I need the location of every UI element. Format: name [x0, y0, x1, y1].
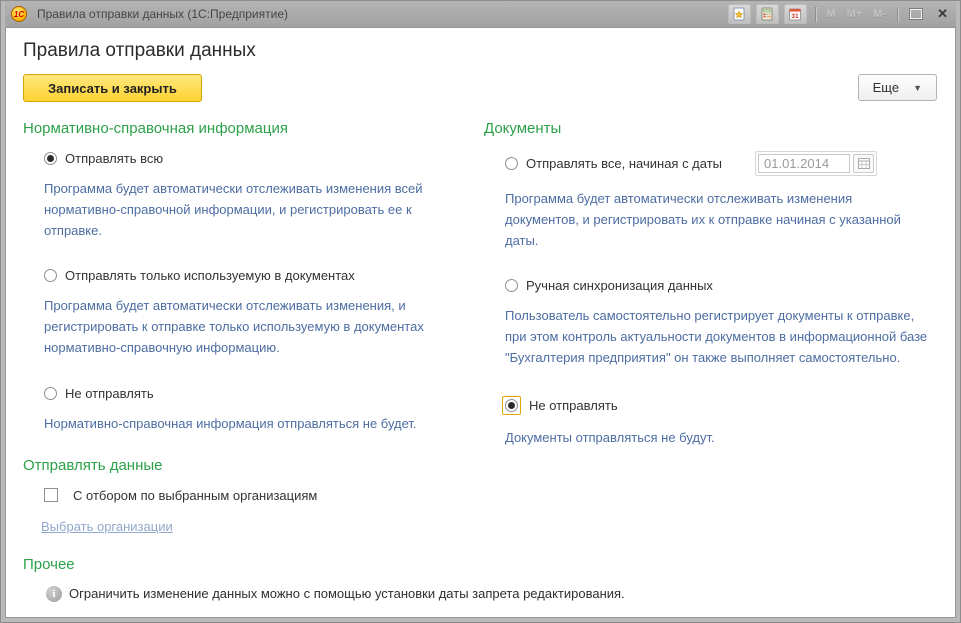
set-restriction-date-link[interactable]: Установить дату запрета изменения данных [69, 617, 336, 618]
info-icon: i [46, 586, 62, 602]
radio-docs-send-all-from-date[interactable]: Отправлять все, начиная с даты 01.01.201… [484, 151, 943, 176]
column-nsi: Нормативно-справочная информация Отправл… [23, 120, 466, 554]
svg-text:31: 31 [791, 13, 799, 20]
memory-m-plus-button[interactable]: M+ [844, 8, 866, 20]
radio-label: Отправлять все, начиная с даты [526, 156, 722, 171]
docs-manual-sync-description: Пользователь самостоятельно регистрирует… [484, 306, 943, 368]
radio-icon [44, 269, 57, 282]
section-header-nsi: Нормативно-справочная информация [23, 120, 466, 137]
section-other: Прочее i Ограничить изменение данных мож… [23, 556, 943, 618]
1c-logo-icon: 1С [11, 6, 27, 22]
section-header-send-data: Отправлять данные [23, 457, 466, 474]
form-content: Правила отправки данных Записать и закры… [5, 27, 956, 618]
memory-m-button[interactable]: M [824, 8, 839, 20]
radio-label: Не отправлять [529, 398, 618, 413]
docs-send-from-date-description: Программа будет автоматически отслеживат… [484, 189, 943, 251]
section-header-documents: Документы [484, 120, 943, 137]
maximize-button[interactable] [910, 9, 922, 19]
more-button-label: Еще [873, 80, 899, 95]
info-row: i Ограничить изменение данных можно с по… [23, 585, 943, 603]
column-documents: Документы Отправлять все, начиная с даты… [484, 120, 943, 554]
radio-icon [505, 279, 518, 292]
radio-icon [44, 387, 57, 400]
radio-docs-manual-sync[interactable]: Ручная синхронизация данных [484, 278, 943, 293]
two-column-area: Нормативно-справочная информация Отправл… [23, 120, 943, 554]
info-text: Ограничить изменение данных можно с помо… [69, 585, 625, 603]
checkbox-icon [44, 488, 58, 502]
memory-m-minus-button[interactable]: M- [870, 8, 889, 20]
page-title: Правила отправки данных [23, 40, 943, 62]
select-organizations-link[interactable]: Выбрать организации [41, 519, 173, 534]
nsi-send-used-description: Программа будет автоматически отслеживат… [23, 296, 466, 358]
window-titlebar[interactable]: 1С Правила отправки данных (1С:Предприят… [5, 1, 956, 27]
radio-docs-do-not-send[interactable]: Не отправлять [484, 396, 943, 415]
checkbox-label: С отбором по выбранным организациям [73, 488, 317, 503]
radio-nsi-send-all[interactable]: Отправлять всю [23, 151, 466, 166]
dropdown-arrow-icon: ▼ [913, 83, 922, 93]
titlebar-separator [897, 7, 898, 22]
radio-icon [44, 152, 57, 165]
nsi-send-all-description: Программа будет автоматически отслеживат… [23, 179, 466, 241]
radio-label: Отправлять только используемую в докумен… [65, 268, 355, 283]
calendar-icon[interactable]: 31 [784, 4, 807, 24]
docs-do-not-send-description: Документы отправляться не будут. [484, 428, 943, 449]
nsi-do-not-send-description: Нормативно-справочная информация отправл… [23, 414, 466, 435]
command-bar: Записать и закрыть Еще ▼ [23, 74, 937, 102]
titlebar-separator [815, 7, 816, 22]
section-header-other: Прочее [23, 556, 943, 573]
more-button[interactable]: Еще ▼ [858, 74, 937, 101]
radio-label: Ручная синхронизация данных [526, 278, 713, 293]
radio-icon [505, 157, 518, 170]
radio-nsi-do-not-send[interactable]: Не отправлять [23, 386, 466, 401]
start-date-input[interactable]: 01.01.2014 [758, 154, 850, 173]
titlebar-controls: 31 M M+ M- ✕ [728, 4, 953, 24]
radio-label: Не отправлять [65, 386, 154, 401]
calculator-icon[interactable] [756, 4, 779, 24]
close-button[interactable]: ✕ [933, 6, 952, 22]
checkbox-filter-by-organizations[interactable]: С отбором по выбранным организациям [23, 488, 466, 503]
favorites-doc-icon[interactable] [728, 4, 751, 24]
window-title: Правила отправки данных (1С:Предприятие) [37, 7, 728, 21]
radio-icon [505, 399, 518, 412]
radio-nsi-send-used-only[interactable]: Отправлять только используемую в докумен… [23, 268, 466, 283]
app-window: 1С Правила отправки данных (1С:Предприят… [0, 0, 961, 623]
save-and-close-button[interactable]: Записать и закрыть [23, 74, 202, 102]
focus-ring [502, 396, 521, 415]
start-date-field: 01.01.2014 [755, 151, 877, 176]
calendar-picker-icon[interactable] [853, 154, 874, 173]
radio-label: Отправлять всю [65, 151, 163, 166]
